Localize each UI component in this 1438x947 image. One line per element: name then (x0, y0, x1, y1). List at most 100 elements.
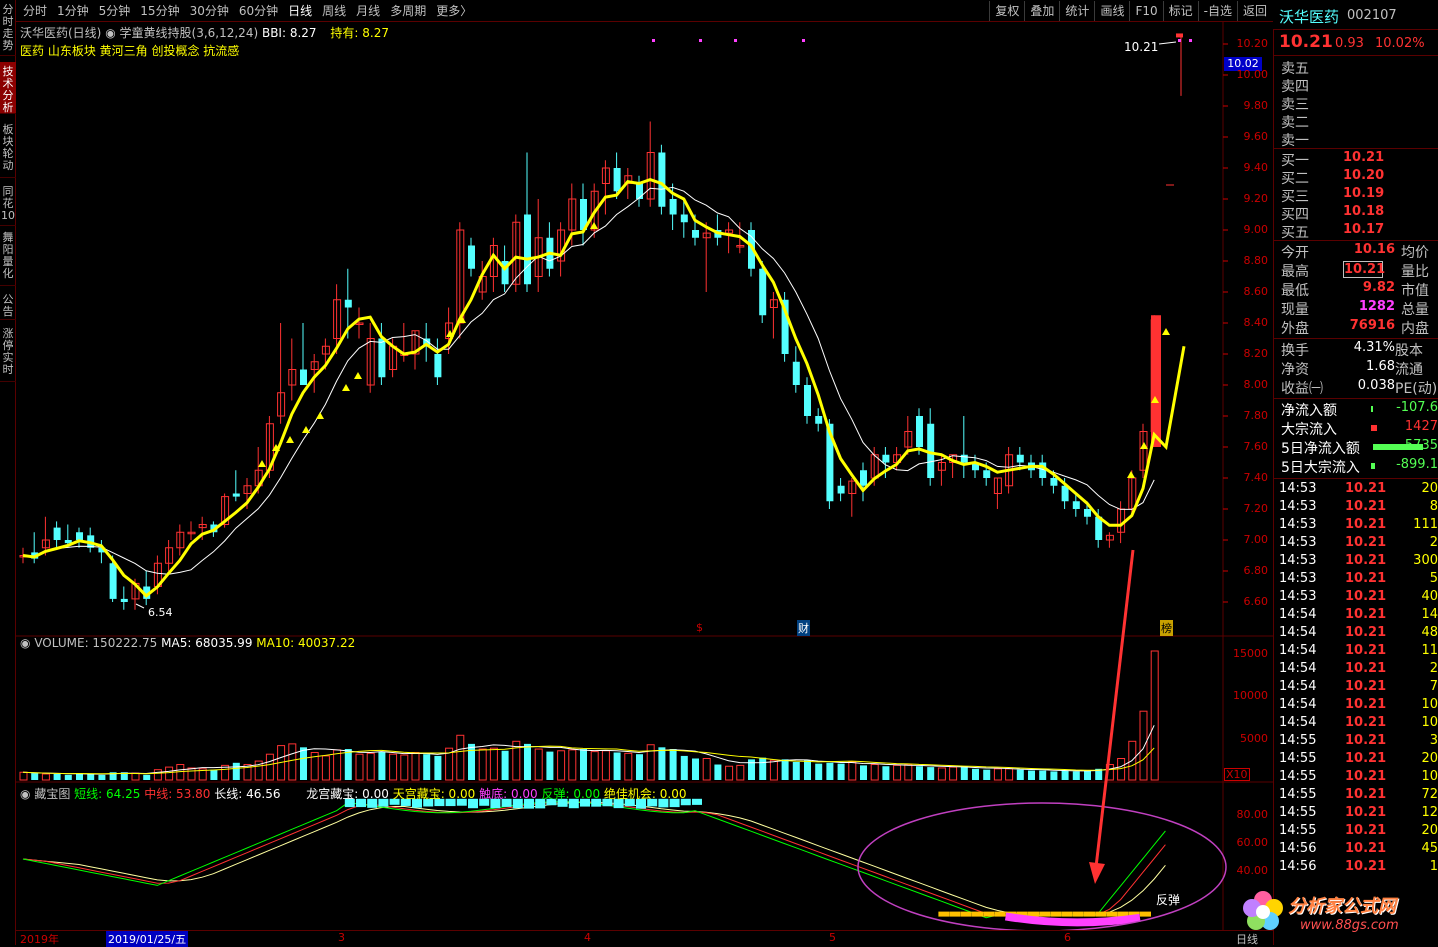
candle-body (614, 168, 621, 191)
period-tab[interactable]: 多周期 (385, 2, 431, 20)
cangbao-selector-icon[interactable]: ◉ (20, 787, 30, 801)
signal-dot (652, 39, 655, 42)
period-tab[interactable]: 15分钟 (135, 2, 184, 20)
tick-volume: 1 (1399, 859, 1438, 874)
left-tab[interactable]: 分时走势 (0, 0, 16, 56)
sell-level-label: 卖二 (1281, 112, 1309, 132)
candle-body (916, 416, 923, 447)
event-marker-cai[interactable]: 财 (797, 620, 810, 636)
stat-key2: 均价 (1401, 242, 1429, 262)
period-tab[interactable]: 分时 (18, 2, 52, 20)
volume-bar (737, 765, 744, 780)
left-tab[interactable]: 技术分析 (0, 62, 16, 114)
event-marker-bang[interactable]: 榜 (1160, 620, 1173, 636)
month-6: 6 (1064, 931, 1071, 944)
candle-body (793, 362, 800, 385)
volume-bar (972, 769, 979, 780)
volume-bar (782, 759, 789, 780)
divider (1273, 398, 1438, 399)
indicator-name[interactable]: 学童黄线持股(3,6,12,24) (120, 26, 259, 40)
event-marker-s[interactable]: $ (696, 621, 703, 634)
volume-axis: 15000 10000 5000 (1226, 640, 1270, 780)
candle-body (54, 528, 61, 540)
tick-price: 10.21 (1345, 535, 1386, 550)
tick-volume: 111 (1399, 517, 1438, 532)
tick-price: 10.21 (1345, 841, 1386, 856)
tick-time: 14:53 (1279, 571, 1316, 586)
sell-level-label: 卖一 (1281, 130, 1309, 150)
indicator-selector-icon[interactable]: ◉ (105, 26, 115, 40)
candle-body (983, 470, 990, 478)
tool-button[interactable]: 画线 (1094, 1, 1129, 21)
period-tab[interactable]: 30分钟 (185, 2, 234, 20)
candle-body (42, 540, 49, 548)
annotation-arrow (1096, 550, 1133, 867)
volume-bar (1017, 770, 1024, 780)
tick-volume: 12 (1399, 805, 1438, 820)
volume-bar (154, 770, 161, 780)
volume-bar (770, 760, 777, 780)
tick-time: 14:55 (1279, 769, 1316, 784)
tick-price: 10.21 (1345, 499, 1386, 514)
divider (1273, 148, 1438, 149)
volume-bar (87, 774, 94, 780)
tick-time: 14:55 (1279, 787, 1316, 802)
period-tab[interactable]: 更多〉 (431, 2, 477, 20)
stat2-value: 1.68 (1333, 359, 1395, 374)
tick-price: 10.21 (1345, 517, 1386, 532)
volume-bar (166, 767, 173, 780)
left-tab[interactable]: 涨停实时 (0, 324, 16, 382)
volume-bar (1151, 651, 1158, 780)
stat2-value: 4.31% (1333, 340, 1395, 355)
period-tab[interactable]: 1分钟 (52, 2, 94, 20)
sell-level-label: 卖五 (1281, 58, 1309, 78)
stat2-value: 0.038 (1333, 378, 1395, 393)
buy-level-price: 10.21 (1343, 150, 1384, 165)
cangbao-chudi: 触底: 0.00 (479, 787, 538, 801)
cangbao-mid-line (23, 802, 1165, 916)
left-tab[interactable]: 同花10 (0, 182, 16, 226)
annotation-arrowhead (1089, 862, 1105, 884)
left-tab[interactable]: 舞阳量化 (0, 228, 16, 286)
tool-button[interactable]: F10 (1129, 1, 1162, 21)
tick-volume: 3 (1399, 733, 1438, 748)
tick-volume: 48 (1399, 625, 1438, 640)
price-tick: 6.80 (1226, 564, 1268, 577)
volume-bar (143, 775, 150, 780)
flow-key: 5日净流入额 (1281, 438, 1360, 458)
candle-body (838, 486, 845, 494)
left-tab[interactable]: 公告 (0, 290, 16, 320)
tick-time: 14:55 (1279, 733, 1316, 748)
period-tab[interactable]: 月线 (351, 2, 385, 20)
volume-header: ◉ VOLUME: 150222.75 MA5: 68035.99 MA10: … (20, 636, 355, 650)
price-tick: 8.60 (1226, 285, 1268, 298)
buy-signal-triangle (354, 372, 362, 379)
volume-bar (614, 752, 621, 780)
tick-volume: 7 (1399, 679, 1438, 694)
stat2-key2: 股本 (1395, 340, 1423, 360)
candle-body (1176, 33, 1183, 37)
tick-price: 10.21 (1345, 661, 1386, 676)
volume-selector-icon[interactable]: ◉ (20, 636, 30, 650)
highlight-bar (1151, 315, 1161, 447)
volume-bar (1062, 771, 1069, 780)
tool-button[interactable]: 叠加 (1024, 1, 1059, 21)
tick-time: 14:54 (1279, 715, 1316, 730)
tool-button[interactable]: 统计 (1059, 1, 1094, 21)
left-tab[interactable]: 板块轮动 (0, 120, 16, 178)
volume-bar (860, 765, 867, 780)
cangbao-long: 长线: 46.56 (214, 787, 280, 801)
tool-button[interactable]: 标记 (1163, 1, 1198, 21)
kline-chart-area[interactable] (16, 22, 1273, 945)
period-tab[interactable]: 5分钟 (94, 2, 136, 20)
period-tab[interactable]: 日线 (283, 2, 317, 20)
volume-bar (65, 775, 72, 780)
period-tab[interactable]: 周线 (317, 2, 351, 20)
tool-button[interactable]: 复权 (989, 1, 1024, 21)
tick-price: 10.21 (1345, 787, 1386, 802)
period-tab[interactable]: 60分钟 (234, 2, 283, 20)
tick-volume: 11 (1399, 643, 1438, 658)
stat-key2: 市值 (1401, 280, 1429, 300)
cangbao-short: 短线: 64.25 (74, 787, 140, 801)
cangbao-tiangong: 天宫藏宝: 0.00 (393, 787, 476, 801)
